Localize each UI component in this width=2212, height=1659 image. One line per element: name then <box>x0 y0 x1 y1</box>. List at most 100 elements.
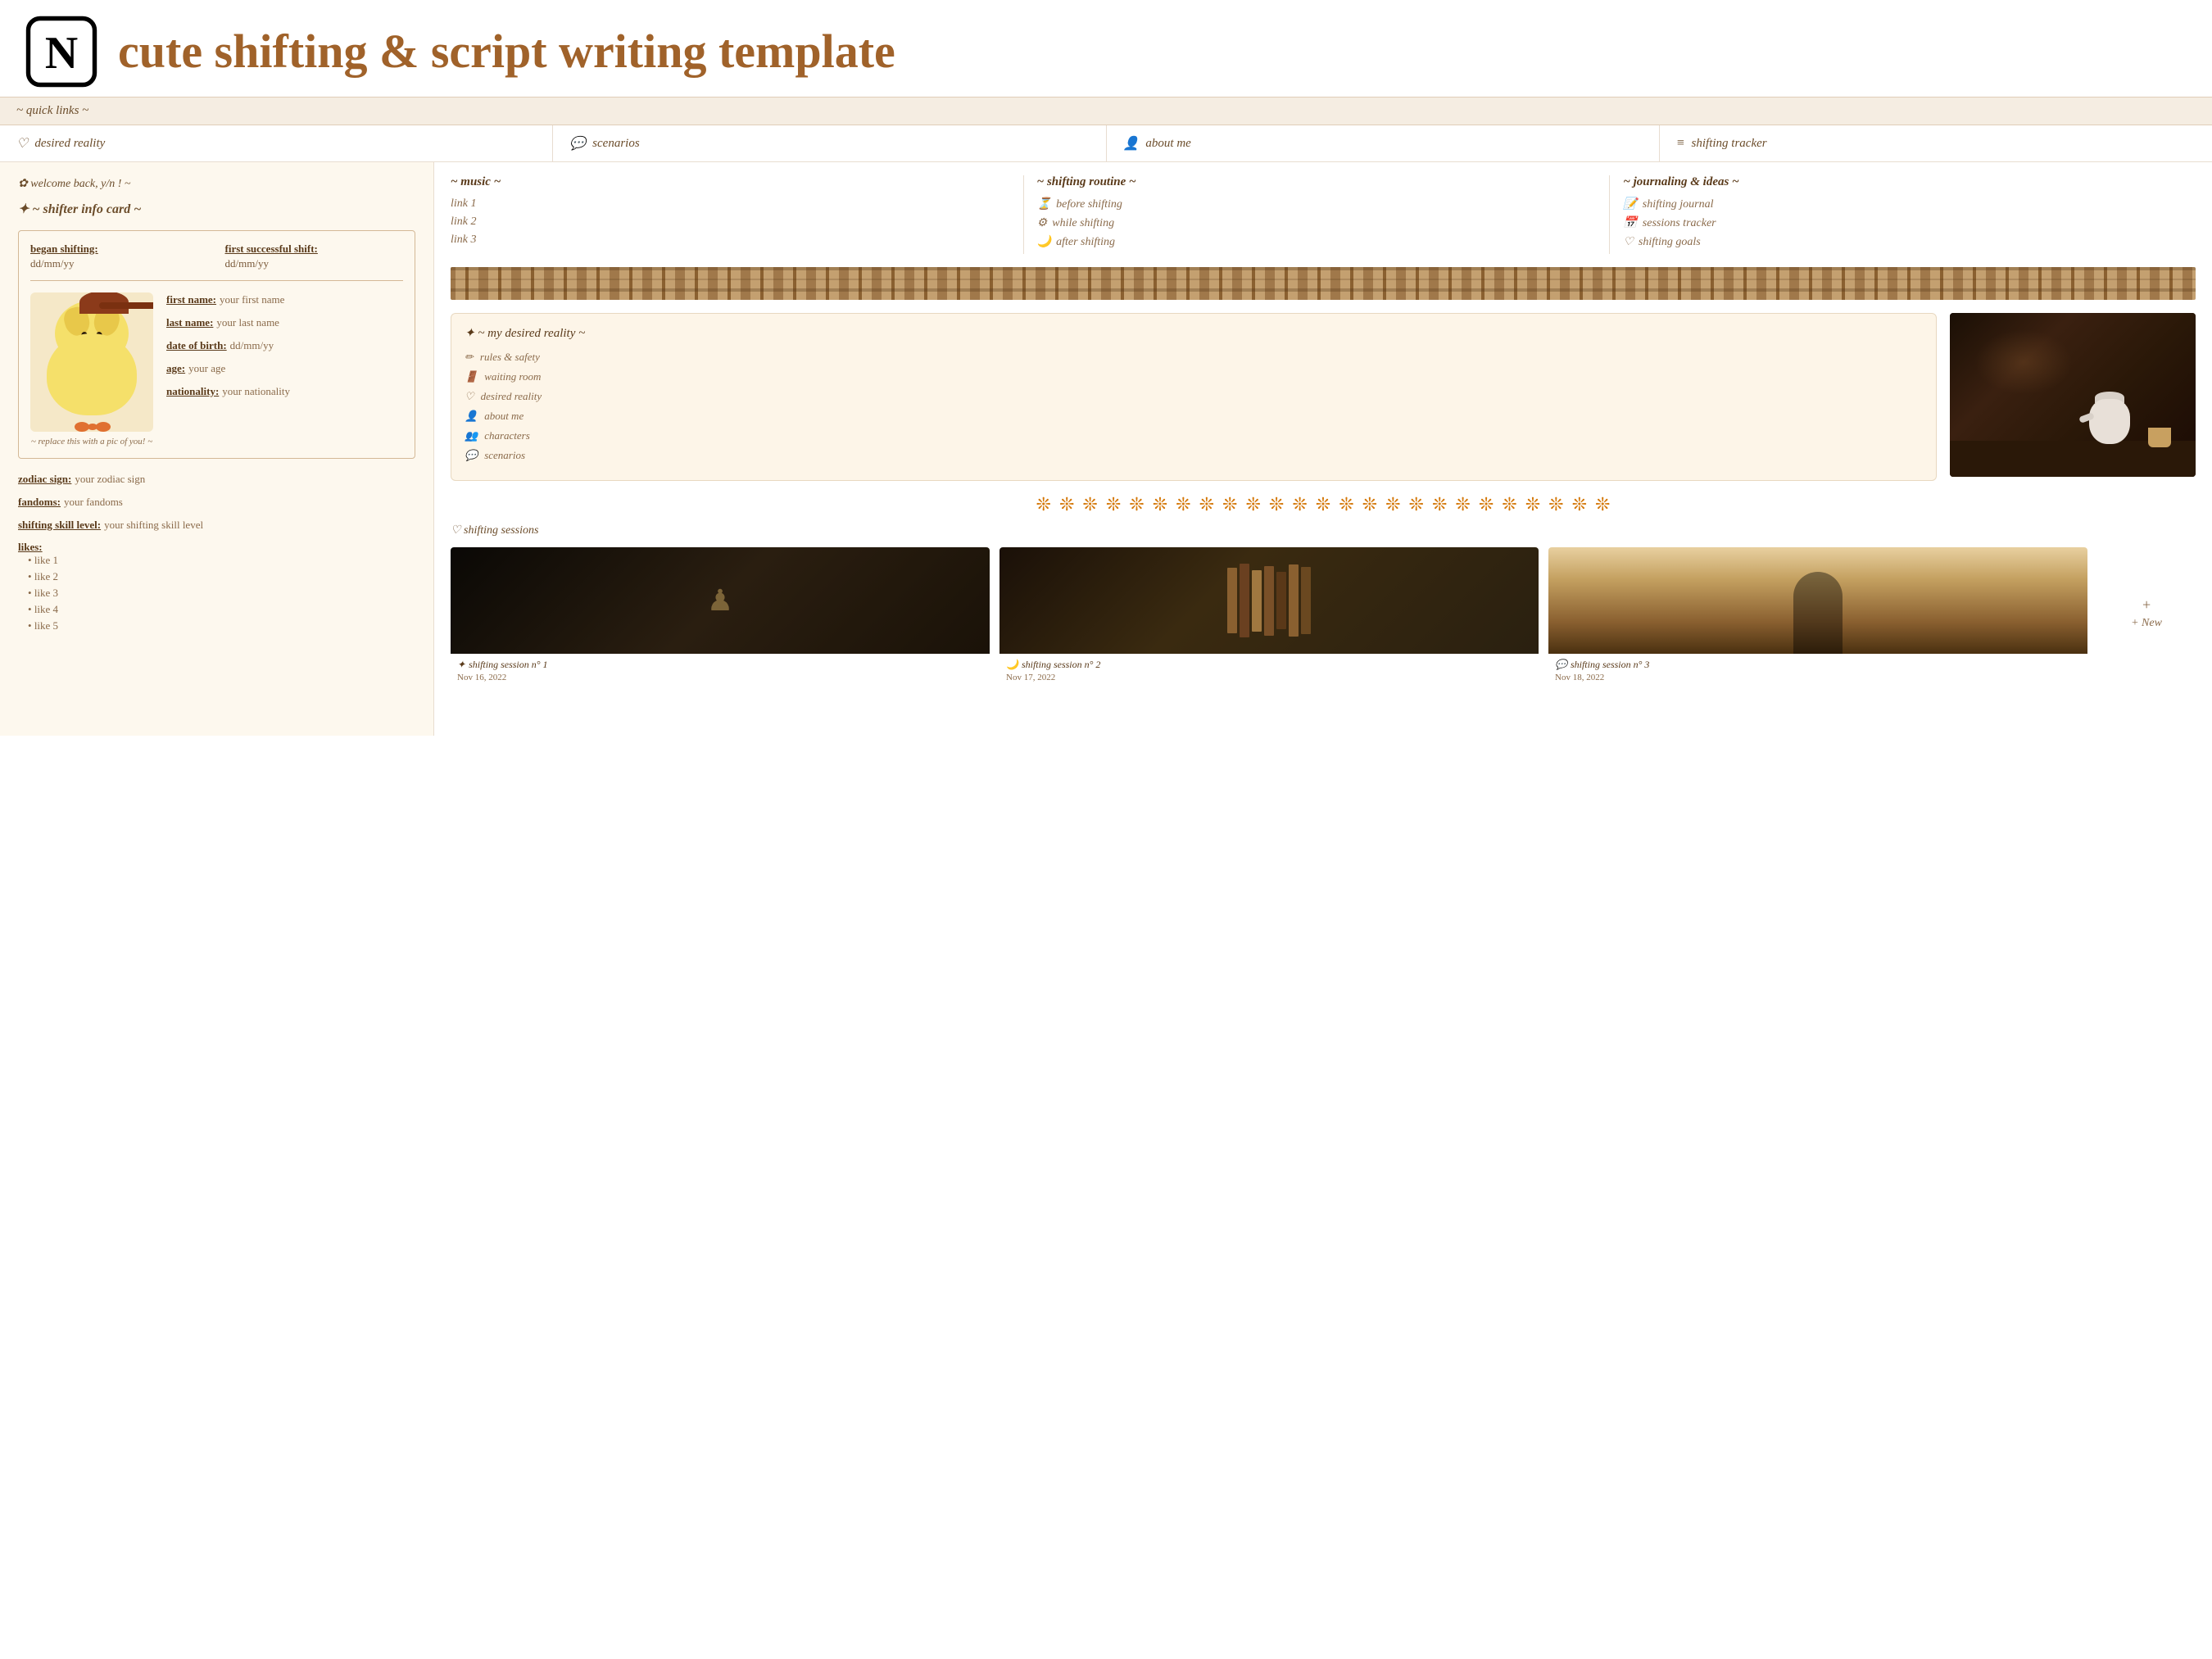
user-icon: 👤 <box>1123 135 1140 152</box>
door-icon: 🚪 <box>465 370 478 383</box>
pencil-icon: ✏ <box>465 351 474 364</box>
session-moon-icon: 🌙 <box>1006 659 1018 671</box>
scenarios-link[interactable]: 💬 scenarios <box>465 449 1923 462</box>
dr-heart-icon: ♡ <box>465 390 474 403</box>
sessions-header: ♡ shifting sessions <box>451 524 2196 537</box>
flower-icon: ❊ <box>1479 494 1494 515</box>
list-item: like 5 <box>28 619 415 632</box>
chess-illustration: ♟ <box>451 547 990 654</box>
before-shifting-link[interactable]: ⏳ before shifting <box>1037 197 1597 211</box>
session-star-icon: ✦ <box>457 659 465 671</box>
session-name-1: ✦ shifting session n° 1 <box>457 659 983 671</box>
characters-link[interactable]: 👥 characters <box>465 429 1923 442</box>
session-card-3[interactable]: 💬 shifting session n° 3 Nov 18, 2022 <box>1548 547 2087 687</box>
music-link-2[interactable]: link 2 <box>451 215 1010 229</box>
dog-body <box>47 333 137 415</box>
list-item: like 1 <box>28 554 415 567</box>
right-panel: ~ music ~ link 1 link 2 link 3 ~ shiftin… <box>434 162 2212 736</box>
flower-icon: ❊ <box>1316 494 1330 515</box>
bow-right <box>96 422 111 432</box>
flower-icon: ❊ <box>1199 494 1214 515</box>
about-me-link[interactable]: 👤 about me <box>465 410 1923 423</box>
waiting-room-link[interactable]: 🚪 waiting room <box>465 370 1923 383</box>
fandoms-field: fandoms: your fandoms <box>18 495 415 510</box>
music-section-title: ~ music ~ <box>451 175 1010 189</box>
dog-hat-brim <box>99 302 153 309</box>
nationality-field: nationality: your nationality <box>166 384 403 399</box>
list-item: like 2 <box>28 570 415 583</box>
svg-text:N: N <box>45 28 78 79</box>
first-shift-field: first successful shift: dd/mm/yy <box>225 243 404 270</box>
session-image-arch <box>1548 547 2087 654</box>
rules-safety-link[interactable]: ✏ rules & safety <box>465 351 1923 364</box>
music-link-3[interactable]: link 3 <box>451 233 1010 247</box>
quick-link-about-me[interactable]: 👤 about me <box>1107 125 1660 161</box>
flower-icon: ❊ <box>1269 494 1284 515</box>
book-spine <box>1264 566 1274 636</box>
page-title: cute shifting & script writing template <box>118 25 895 78</box>
flower-icon: ❊ <box>1548 494 1563 515</box>
session-name-3: 💬 shifting session n° 3 <box>1555 659 2081 671</box>
hourglass-icon: ⏳ <box>1037 197 1051 211</box>
book-spine <box>1276 572 1286 629</box>
shifting-goals-link[interactable]: ♡ shifting goals <box>1623 235 2183 249</box>
shifting-journal-link[interactable]: 📝 shifting journal <box>1623 197 2183 211</box>
dog-bow <box>88 419 97 432</box>
desired-reality-title: ✦ ~ my desired reality ~ <box>465 325 1923 341</box>
while-shifting-link[interactable]: ⚙ while shifting <box>1037 216 1597 230</box>
likes-list: like 1 like 2 like 3 like 4 like 5 <box>18 554 415 632</box>
session-name-2: 🌙 shifting session n° 2 <box>1006 659 1532 671</box>
quick-links-row: ♡ desired reality 💬 scenarios 👤 about me… <box>0 125 2212 162</box>
session-date-1: Nov 16, 2022 <box>457 673 983 682</box>
began-shifting-field: began shifting: dd/mm/yy <box>30 243 209 270</box>
flower-icon: ❊ <box>1106 494 1121 515</box>
chess-piece-icon: ♟ <box>707 583 733 618</box>
desired-reality-section: ✦ ~ my desired reality ~ ✏ rules & safet… <box>451 313 2196 481</box>
routine-section-title: ~ shifting routine ~ <box>1037 175 1597 189</box>
routine-section: ~ shifting routine ~ ⏳ before shifting ⚙… <box>1024 175 1611 254</box>
session-card-2[interactable]: 🌙 shifting session n° 2 Nov 17, 2022 <box>999 547 1539 687</box>
top-sections: ~ music ~ link 1 link 2 link 3 ~ shiftin… <box>451 175 2196 254</box>
quick-link-desired-reality[interactable]: ♡ desired reality <box>0 125 553 161</box>
bottom-fields: zodiac sign: your zodiac sign fandoms: y… <box>18 472 415 632</box>
teapot-body <box>2089 399 2130 444</box>
music-link-1[interactable]: link 1 <box>451 197 1010 211</box>
quick-links-bar: ~ quick links ~ <box>0 97 2212 125</box>
flower-icon: ❊ <box>1176 494 1190 515</box>
dob-field: date of birth: dd/mm/yy <box>166 338 403 353</box>
journaling-section-title: ~ journaling & ideas ~ <box>1623 175 2183 189</box>
character-section: ~ replace this with a pic of you! ~ firs… <box>30 292 403 446</box>
info-card-dates: began shifting: dd/mm/yy first successfu… <box>30 243 403 281</box>
character-fields: first name: your first name last name: y… <box>166 292 403 407</box>
after-shifting-link[interactable]: 🌙 after shifting <box>1037 235 1597 249</box>
plus-icon: + <box>2142 596 2151 614</box>
scenarios-chat-icon: 💬 <box>465 449 478 462</box>
desired-reality-card: ✦ ~ my desired reality ~ ✏ rules & safet… <box>451 313 1937 481</box>
list-icon: ≡ <box>1676 136 1685 151</box>
left-panel: ✿ welcome back, y/n ! ~ ✦ ~ shifter info… <box>0 162 434 736</box>
flower-icon: ❊ <box>1432 494 1447 515</box>
book-spine <box>1252 570 1262 632</box>
quick-link-scenarios[interactable]: 💬 scenarios <box>553 125 1106 161</box>
characters-icon: 👥 <box>465 429 478 442</box>
session-card-1[interactable]: ♟ ✦ shifting session n° 1 Nov 16, 2022 <box>451 547 990 687</box>
flower-icon: ❊ <box>1409 494 1424 515</box>
arch-illustration <box>1548 547 2087 654</box>
books-illustration <box>999 547 1539 654</box>
new-session-button[interactable]: + + New <box>2097 547 2196 678</box>
notion-logo-icon: N <box>25 15 98 88</box>
flower-icon: ❊ <box>1036 494 1051 515</box>
scene-light <box>1974 329 2073 395</box>
session-info-2: 🌙 shifting session n° 2 Nov 17, 2022 <box>999 654 1539 687</box>
desired-reality-link[interactable]: ♡ desired reality <box>465 390 1923 403</box>
sessions-tracker-link[interactable]: 📅 sessions tracker <box>1623 216 2183 230</box>
coffee-scene-illustration <box>1950 313 2196 477</box>
likes-field: likes: like 1 like 2 like 3 like 4 like … <box>18 541 415 632</box>
zodiac-field: zodiac sign: your zodiac sign <box>18 472 415 487</box>
chat-icon: 💬 <box>569 135 586 152</box>
gear-icon: ⚙ <box>1037 216 1048 230</box>
quick-link-shifting-tracker[interactable]: ≡ shifting tracker <box>1660 125 2212 161</box>
session-chat-icon: 💬 <box>1555 659 1567 671</box>
flower-icon: ❊ <box>1572 494 1587 515</box>
journaling-section: ~ journaling & ideas ~ 📝 shifting journa… <box>1610 175 2196 254</box>
